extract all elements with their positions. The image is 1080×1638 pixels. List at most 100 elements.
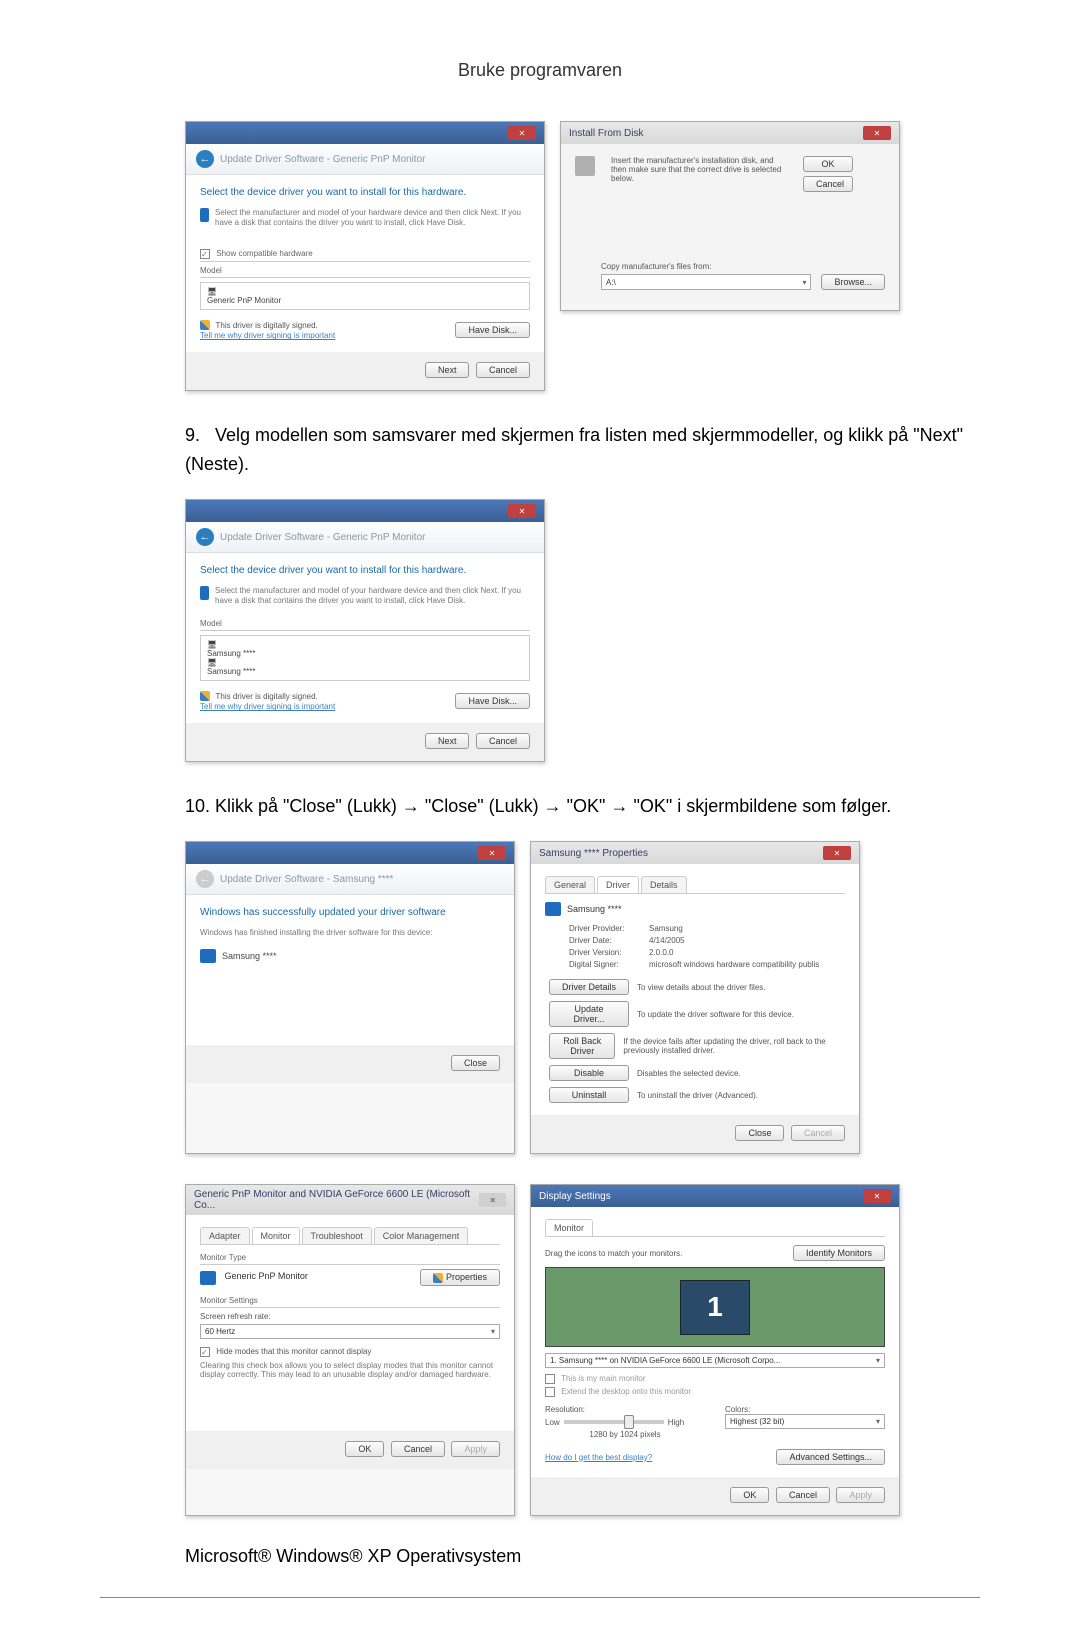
hide-modes-text: Clearing this check box allows you to se… bbox=[200, 1361, 500, 1379]
identify-button[interactable]: Identify Monitors bbox=[793, 1245, 885, 1261]
ok-button[interactable]: OK bbox=[803, 156, 853, 172]
driver-properties-dialog: Samsung **** Properties ✕ General Driver… bbox=[530, 841, 860, 1154]
model-list[interactable]: 🖥 Generic PnP Monitor bbox=[200, 282, 530, 310]
main-monitor-label: This is my main monitor bbox=[561, 1374, 645, 1383]
monitor-1[interactable]: 1 bbox=[680, 1280, 750, 1335]
monitor-properties-dialog: Generic PnP Monitor and NVIDIA GeForce 6… bbox=[185, 1184, 515, 1516]
apply-button: Apply bbox=[451, 1441, 500, 1457]
close-icon[interactable]: ✕ bbox=[479, 1193, 506, 1207]
monitor-icon bbox=[200, 586, 209, 600]
tab-details[interactable]: Details bbox=[641, 876, 687, 893]
monitor-icon bbox=[200, 208, 209, 222]
tab-troubleshoot[interactable]: Troubleshoot bbox=[302, 1227, 372, 1244]
back-arrow-icon[interactable]: ← bbox=[196, 150, 214, 168]
signing-link[interactable]: Tell me why driver signing is important bbox=[200, 331, 335, 340]
uninstall-button[interactable]: Uninstall bbox=[549, 1087, 629, 1103]
copy-label: Copy manufacturer's files from: bbox=[601, 262, 885, 271]
browse-button[interactable]: Browse... bbox=[821, 274, 885, 290]
back-arrow-icon[interactable]: ← bbox=[196, 528, 214, 546]
monitor-icon bbox=[545, 902, 561, 916]
resolution-label: Resolution: bbox=[545, 1405, 705, 1414]
cancel-button[interactable]: Cancel bbox=[776, 1487, 830, 1503]
chevron-down-icon: ▾ bbox=[491, 1327, 495, 1336]
ok-button[interactable]: OK bbox=[345, 1441, 384, 1457]
install-text: Insert the manufacturer's installation d… bbox=[611, 156, 791, 192]
colors-label: Colors: bbox=[725, 1405, 885, 1414]
select-driver-dialog-1: ✕ ← Update Driver Software - Generic PnP… bbox=[185, 121, 545, 391]
ok-button[interactable]: OK bbox=[730, 1487, 769, 1503]
close-icon[interactable]: ✕ bbox=[508, 126, 536, 140]
disable-button[interactable]: Disable bbox=[549, 1065, 629, 1081]
select-driver-dialog-2: ✕ ← Update Driver Software - Generic PnP… bbox=[185, 499, 545, 762]
update-success-dialog: ✕ ← Update Driver Software - Samsung ***… bbox=[185, 841, 515, 1154]
update-driver-button[interactable]: Update Driver... bbox=[549, 1001, 629, 1027]
wizard-heading: Select the device driver you want to ins… bbox=[200, 187, 530, 198]
next-button[interactable]: Next bbox=[425, 362, 470, 378]
tab-driver[interactable]: Driver bbox=[597, 876, 639, 893]
wizard-subtext: Select the manufacturer and model of you… bbox=[215, 586, 530, 607]
properties-button[interactable]: Properties bbox=[420, 1269, 500, 1286]
driver-details-button[interactable]: Driver Details bbox=[549, 979, 629, 995]
close-icon[interactable]: ✕ bbox=[508, 504, 536, 518]
hide-modes-checkbox[interactable] bbox=[200, 1347, 210, 1357]
tab-monitor[interactable]: Monitor bbox=[252, 1227, 300, 1244]
wizard-heading: Windows has successfully updated your dr… bbox=[200, 907, 500, 918]
step-10-text: 10.Klikk på "Close" (Lukk) → "Close" (Lu… bbox=[185, 792, 970, 821]
dialog-title-text: Generic PnP Monitor and NVIDIA GeForce 6… bbox=[194, 1189, 479, 1211]
have-disk-button[interactable]: Have Disk... bbox=[455, 322, 530, 338]
signed-text: This driver is digitally signed. bbox=[216, 321, 318, 330]
back-arrow-icon: ← bbox=[196, 870, 214, 888]
next-button[interactable]: Next bbox=[425, 733, 470, 749]
monitor-type-value: Generic PnP Monitor bbox=[225, 1271, 308, 1281]
copy-path-dropdown[interactable]: A:\ ▾ bbox=[601, 274, 811, 290]
resolution-slider[interactable] bbox=[564, 1420, 664, 1424]
dialog-title-text: Display Settings bbox=[539, 1191, 611, 1202]
close-icon[interactable]: ✕ bbox=[478, 846, 506, 860]
cancel-button[interactable]: Cancel bbox=[476, 362, 530, 378]
model-list[interactable]: 🖥 Samsung **** 🖥 Samsung **** bbox=[200, 635, 530, 681]
close-button[interactable]: Close bbox=[735, 1125, 784, 1141]
signed-text: This driver is digitally signed. bbox=[216, 692, 318, 701]
breadcrumb-text: Update Driver Software - Generic PnP Mon… bbox=[220, 532, 425, 543]
model-label: Model bbox=[200, 619, 530, 631]
tab-monitor[interactable]: Monitor bbox=[545, 1219, 593, 1236]
close-icon[interactable]: ✕ bbox=[863, 1189, 891, 1203]
compatible-checkbox[interactable] bbox=[200, 249, 210, 259]
shield-icon bbox=[200, 691, 210, 701]
close-icon[interactable]: ✕ bbox=[863, 126, 891, 140]
resolution-value: 1280 by 1024 pixels bbox=[545, 1430, 705, 1439]
advanced-button[interactable]: Advanced Settings... bbox=[776, 1449, 885, 1465]
step-9-text: 9.Velg modellen som samsvarer med skjerm… bbox=[185, 421, 970, 479]
chevron-down-icon: ▾ bbox=[876, 1356, 880, 1365]
help-link[interactable]: How do I get the best display? bbox=[545, 1453, 652, 1462]
cancel-button[interactable]: Cancel bbox=[803, 176, 853, 192]
close-button[interactable]: Close bbox=[451, 1055, 500, 1071]
close-icon[interactable]: ✕ bbox=[823, 846, 851, 860]
drag-text: Drag the icons to match your monitors. bbox=[545, 1249, 682, 1258]
tab-adapter[interactable]: Adapter bbox=[200, 1227, 250, 1244]
monitor-dropdown[interactable]: 1. Samsung **** on NVIDIA GeForce 6600 L… bbox=[545, 1353, 885, 1368]
chevron-down-icon: ▾ bbox=[802, 278, 806, 287]
tab-color-management[interactable]: Color Management bbox=[374, 1227, 469, 1244]
monitor-settings-label: Monitor Settings bbox=[200, 1296, 500, 1308]
tab-general[interactable]: General bbox=[545, 876, 595, 893]
os-heading: Microsoft® Windows® XP Operativsystem bbox=[185, 1546, 970, 1567]
hide-modes-label: Hide modes that this monitor cannot disp… bbox=[216, 1347, 371, 1356]
breadcrumb-text: Update Driver Software - Samsung **** bbox=[220, 874, 393, 885]
colors-dropdown[interactable]: Highest (32 bit) ▾ bbox=[725, 1414, 885, 1429]
main-monitor-checkbox bbox=[545, 1374, 555, 1384]
have-disk-button[interactable]: Have Disk... bbox=[455, 693, 530, 709]
rollback-button[interactable]: Roll Back Driver bbox=[549, 1033, 615, 1059]
refresh-label: Screen refresh rate: bbox=[200, 1312, 500, 1321]
shield-icon bbox=[200, 320, 210, 330]
monitor-arrangement[interactable]: 1 bbox=[545, 1267, 885, 1347]
wizard-subtext: Windows has finished installing the driv… bbox=[200, 928, 500, 937]
cancel-button[interactable]: Cancel bbox=[391, 1441, 445, 1457]
compatible-label: Show compatible hardware bbox=[216, 249, 313, 258]
extend-label: Extend the desktop onto this monitor bbox=[561, 1387, 691, 1396]
cancel-button[interactable]: Cancel bbox=[476, 733, 530, 749]
signing-link[interactable]: Tell me why driver signing is important bbox=[200, 702, 335, 711]
display-settings-dialog: Display Settings ✕ Monitor Drag the icon… bbox=[530, 1184, 900, 1516]
dialog-title-text: Samsung **** Properties bbox=[539, 848, 648, 859]
refresh-dropdown[interactable]: 60 Hertz ▾ bbox=[200, 1324, 500, 1339]
